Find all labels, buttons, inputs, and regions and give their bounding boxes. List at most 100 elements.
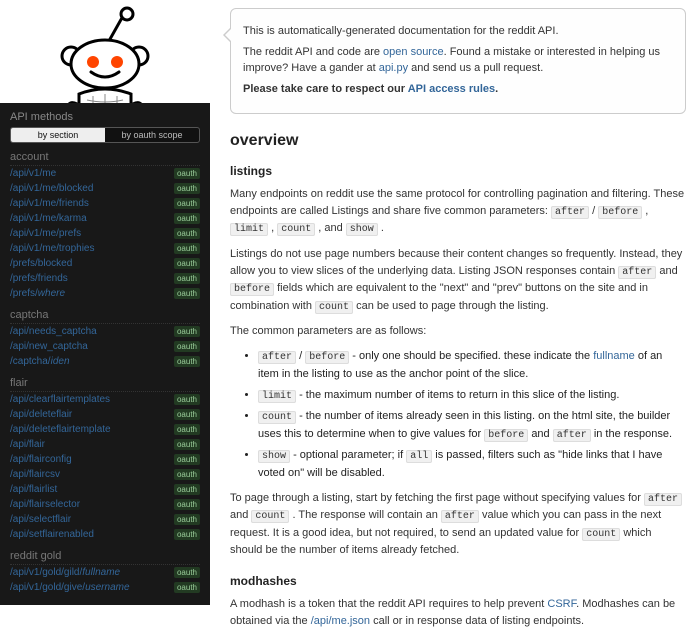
link-fullname[interactable]: fullname [593, 350, 635, 362]
oauth-badge: oauth [174, 514, 200, 525]
sidebar-title: API methods [10, 111, 200, 123]
oauth-badge: oauth [174, 341, 200, 352]
endpoint-link[interactable]: /api/clearflairtemplates [10, 392, 110, 407]
param-count: count - the number of items already seen… [258, 408, 686, 443]
tok-show: show [346, 223, 378, 236]
endpoint-row: /api/selectflair oauth [10, 512, 200, 527]
oauth-badge: oauth [174, 198, 200, 209]
endpoint-link[interactable]: /api/v1/me/prefs [10, 226, 81, 241]
endpoint-row: /api/v1/gold/gild/fullname oauth [10, 565, 200, 580]
oauth-badge: oauth [174, 356, 200, 367]
section-heading: reddit gold [10, 550, 200, 565]
endpoint-link[interactable]: /api/v1/me [10, 166, 56, 181]
endpoint-row: /api/flairlist oauth [10, 482, 200, 497]
endpoint-link[interactable]: /prefs/where [10, 286, 65, 301]
endpoint-link[interactable]: /api/flairlist [10, 482, 57, 497]
endpoint-row: /api/v1/me/friends oauth [10, 196, 200, 211]
endpoint-row: /prefs/friends oauth [10, 271, 200, 286]
endpoint-link[interactable]: /prefs/blocked [10, 256, 72, 271]
endpoint-link[interactable]: /api/v1/gold/give/username [10, 580, 130, 595]
endpoint-link[interactable]: /api/flairselector [10, 497, 80, 512]
tok-after: after [551, 206, 589, 219]
endpoint-row: /api/flairselector oauth [10, 497, 200, 512]
endpoint-link[interactable]: /api/setflairenabled [10, 527, 94, 542]
param-show: show - optional parameter; if all is pas… [258, 447, 686, 482]
info-callout: This is automatically-generated document… [230, 8, 686, 114]
oauth-badge: oauth [174, 168, 200, 179]
endpoint-row: /api/deleteflair oauth [10, 407, 200, 422]
endpoint-row: /prefs/blocked oauth [10, 256, 200, 271]
oauth-badge: oauth [174, 183, 200, 194]
oauth-badge: oauth [174, 213, 200, 224]
oauth-badge: oauth [174, 273, 200, 284]
endpoint-row: /api/v1/me oauth [10, 166, 200, 181]
oauth-badge: oauth [174, 529, 200, 540]
info-line-2: The reddit API and code are open source.… [243, 45, 673, 77]
endpoint-row: /api/setflairenabled oauth [10, 527, 200, 542]
modhashes-heading: modhashes [230, 574, 686, 588]
endpoint-link[interactable]: /api/v1/me/karma [10, 211, 87, 226]
endpoint-row: /api/clearflairtemplates oauth [10, 392, 200, 407]
endpoint-link[interactable]: /api/v1/me/blocked [10, 181, 93, 196]
endpoint-link[interactable]: /api/flair [10, 437, 45, 452]
oauth-badge: oauth [174, 484, 200, 495]
endpoint-row: /prefs/whereoauth [10, 286, 200, 301]
oauth-badge: oauth [174, 409, 200, 420]
tok-before: before [598, 206, 642, 219]
endpoint-row: /api/flair oauth [10, 437, 200, 452]
endpoint-link[interactable]: /api/deleteflairtemplate [10, 422, 111, 437]
oauth-badge: oauth [174, 469, 200, 480]
link-api-py[interactable]: api.py [379, 62, 408, 74]
modhashes-p1: A modhash is a token that the reddit API… [230, 596, 686, 630]
section-heading: flair [10, 377, 200, 392]
link-csrf[interactable]: CSRF [547, 598, 576, 610]
oauth-badge: oauth [174, 228, 200, 239]
info-line-1: This is automatically-generated document… [243, 24, 673, 40]
oauth-badge: oauth [174, 582, 200, 593]
oauth-badge: oauth [174, 454, 200, 465]
params-list: after / before - only one should be spec… [230, 348, 686, 482]
link-api-me-json[interactable]: /api/me.json [311, 615, 370, 627]
section-heading: captcha [10, 309, 200, 324]
section-heading: account [10, 151, 200, 166]
endpoint-row: /captcha/iden oauth [10, 354, 200, 369]
main-content: This is automatically-generated document… [210, 0, 700, 642]
oauth-badge: oauth [174, 439, 200, 450]
endpoint-link[interactable]: /api/new_captcha [10, 339, 88, 354]
endpoint-link[interactable]: /api/flairconfig [10, 452, 72, 467]
endpoint-link[interactable]: /api/deleteflair [10, 407, 72, 422]
sidebar: API methods by section by oauth scope ac… [0, 0, 210, 642]
oauth-badge: oauth [174, 499, 200, 510]
reddit-logo [0, 0, 210, 103]
link-open-source[interactable]: open source [383, 46, 444, 58]
endpoint-row: /api/flairconfig oauth [10, 452, 200, 467]
oauth-badge: oauth [174, 424, 200, 435]
endpoint-row: /api/new_captcha oauth [10, 339, 200, 354]
toggle-by-oauth[interactable]: by oauth scope [105, 128, 199, 142]
endpoint-row: /api/v1/me/prefs oauth [10, 226, 200, 241]
listings-heading: listings [230, 164, 686, 178]
endpoint-row: /api/v1/me/karma oauth [10, 211, 200, 226]
link-api-rules[interactable]: API access rules [408, 83, 495, 95]
tok-limit: limit [230, 223, 268, 236]
view-toggle: by section by oauth scope [10, 127, 200, 143]
toggle-by-section[interactable]: by section [11, 128, 105, 142]
endpoint-link[interactable]: /api/needs_captcha [10, 324, 97, 339]
param-after-before: after / before - only one should be spec… [258, 348, 686, 383]
endpoint-link[interactable]: /api/v1/gold/gild/fullname [10, 565, 120, 580]
oauth-badge: oauth [174, 394, 200, 405]
endpoint-link[interactable]: /api/v1/me/trophies [10, 241, 95, 256]
oauth-badge: oauth [174, 258, 200, 269]
oauth-badge: oauth [174, 326, 200, 337]
param-limit: limit - the maximum number of items to r… [258, 387, 686, 405]
listings-p2: Listings do not use page numbers because… [230, 246, 686, 316]
endpoint-link[interactable]: /api/v1/me/friends [10, 196, 89, 211]
endpoint-link[interactable]: /api/selectflair [10, 512, 71, 527]
endpoint-link[interactable]: /api/flaircsv [10, 467, 60, 482]
listings-p3: The common parameters are as follows: [230, 323, 686, 340]
endpoint-row: /api/v1/me/blocked oauth [10, 181, 200, 196]
tok-count: count [277, 223, 315, 236]
endpoint-link[interactable]: /captcha/iden [10, 354, 70, 369]
oauth-badge: oauth [174, 567, 200, 578]
endpoint-link[interactable]: /prefs/friends [10, 271, 68, 286]
